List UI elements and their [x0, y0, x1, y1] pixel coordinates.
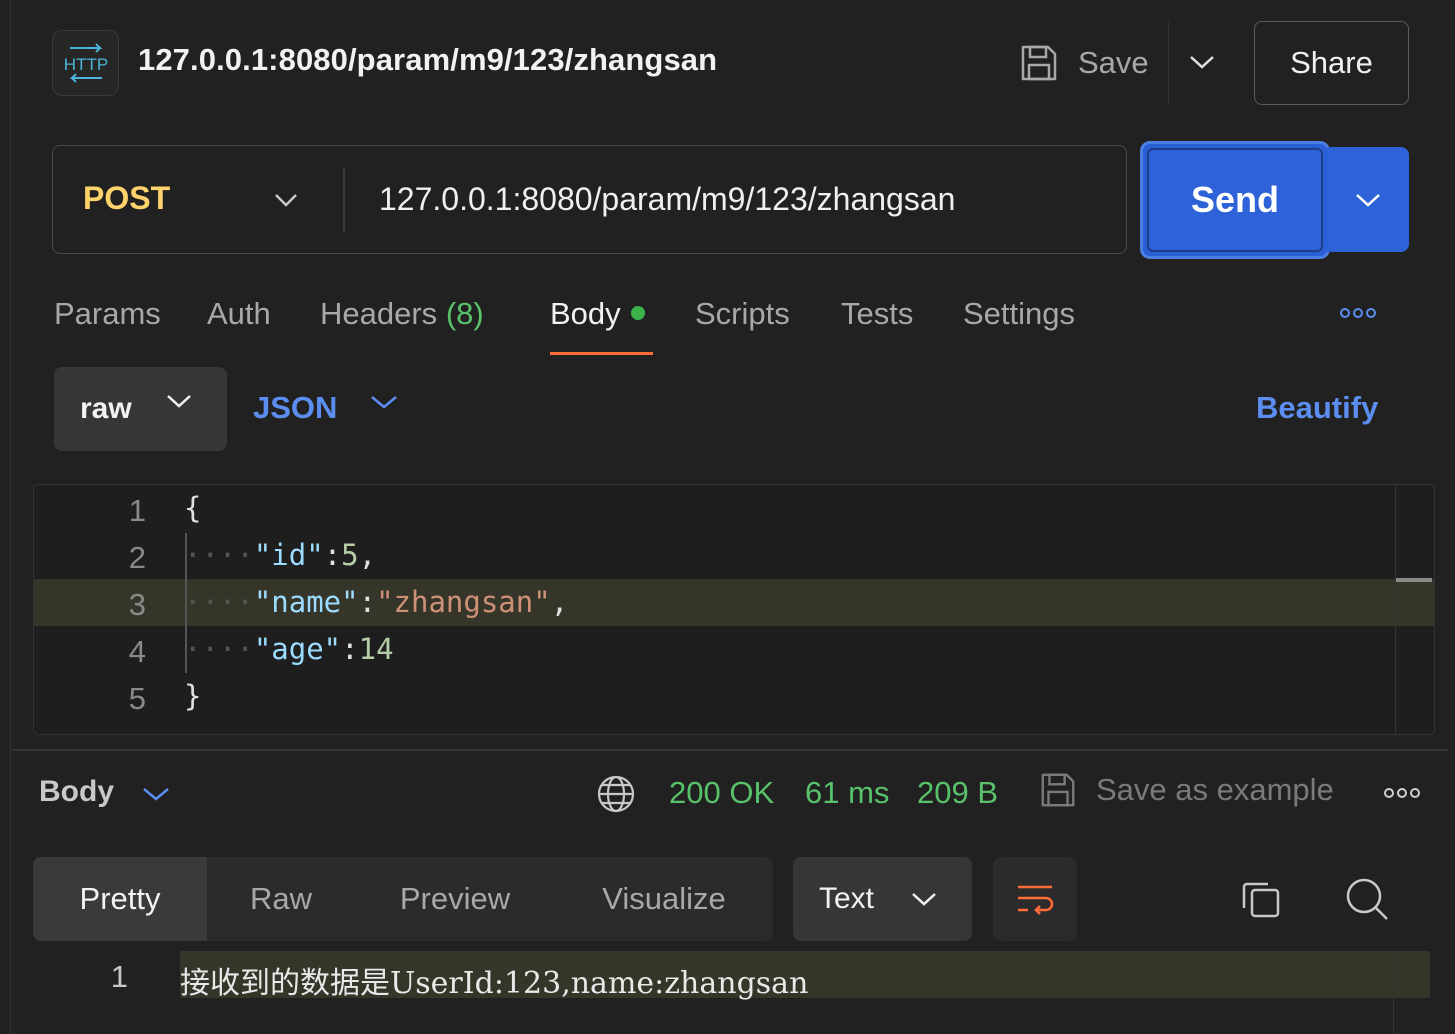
globe-icon[interactable] — [596, 774, 636, 814]
save-button[interactable]: Save — [1018, 40, 1149, 86]
send-options-chevron-icon[interactable] — [1327, 147, 1409, 252]
json-value: "zhangsan" — [376, 585, 551, 619]
view-tab-visualize[interactable]: Visualize — [555, 857, 773, 941]
code-text: { — [184, 491, 202, 525]
http-request-icon: HTTP — [52, 30, 119, 96]
chevron-down-icon — [912, 893, 936, 906]
scrollbar-cursor-marker — [1396, 578, 1432, 582]
body-mode-select[interactable]: raw — [54, 367, 227, 451]
editor-line: 2 ····"id":5, — [34, 532, 1434, 579]
code-text: ····"id":5, — [184, 538, 377, 572]
view-tab-raw[interactable]: Raw — [207, 857, 355, 941]
view-tab-pretty[interactable]: Pretty — [33, 857, 207, 941]
http-badge-text: HTTP — [63, 55, 107, 74]
json-value: 14 — [358, 632, 394, 666]
status-code[interactable]: 200 OK — [669, 775, 774, 811]
format-label: Text — [819, 882, 875, 915]
url-input[interactable] — [379, 176, 1099, 222]
editor-line: 1 { — [34, 485, 1434, 532]
request-header: HTTP 127.0.0.1:8080/param/m9/123/zhangsa… — [0, 0, 1455, 125]
body-mode-label: raw — [80, 392, 132, 425]
send-button[interactable]: Send — [1140, 141, 1330, 259]
response-time[interactable]: 61 ms — [805, 775, 889, 811]
pane-divider[interactable] — [12, 749, 1448, 751]
body-language-select[interactable]: JSON — [253, 390, 337, 426]
wrap-lines-button[interactable] — [993, 857, 1077, 941]
line-number: 4 — [128, 634, 146, 669]
save-icon — [1021, 45, 1057, 81]
tab-scripts[interactable]: Scripts — [695, 296, 790, 332]
code-text: } — [184, 679, 202, 713]
editor-line-current: 3 ····"name":"zhangsan", — [34, 579, 1434, 626]
indent-guide — [185, 533, 187, 673]
search-icon[interactable] — [1344, 876, 1390, 922]
wrap-icon — [1018, 885, 1054, 915]
headers-count: (8) — [445, 296, 484, 331]
response-size[interactable]: 209 B — [917, 775, 998, 811]
beautify-button[interactable]: Beautify — [1256, 390, 1378, 426]
method-chevron-down-icon[interactable] — [270, 184, 302, 216]
code-text: ····"name":"zhangsan", — [184, 585, 569, 619]
view-tab-preview[interactable]: Preview — [355, 857, 555, 941]
editor-scrollbar[interactable] — [1395, 485, 1396, 734]
line-number: 2 — [128, 540, 146, 575]
tab-body-label: Body — [550, 296, 621, 331]
json-key: "age" — [253, 632, 342, 666]
line-number: 1 — [110, 959, 128, 994]
response-chevron-down-icon[interactable] — [142, 786, 170, 802]
tab-tests[interactable]: Tests — [841, 296, 913, 332]
tab-auth[interactable]: Auth — [207, 296, 271, 332]
save-as-example-button[interactable]: Save as example — [1038, 770, 1334, 810]
save-icon — [1041, 773, 1075, 807]
json-sep: : — [358, 585, 377, 619]
language-chevron-down-icon[interactable] — [370, 394, 398, 410]
response-body-select[interactable]: Body — [39, 775, 114, 809]
url-divider — [343, 168, 345, 232]
copy-icon[interactable] — [1240, 878, 1282, 920]
request-tabs: Params Auth Headers (8) Body Scripts Tes… — [54, 290, 1454, 360]
editor-line: 4 ····"age":14 — [34, 626, 1434, 673]
request-body-editor[interactable]: 1 { 2 ····"id":5, 3 ····"name":"zhangsan… — [33, 484, 1435, 735]
line-number: 3 — [128, 587, 146, 622]
more-options-icon[interactable] — [1340, 308, 1376, 318]
json-tail: , — [358, 538, 377, 572]
json-key: "name" — [253, 585, 359, 619]
editor-line: 5 } — [34, 673, 1434, 720]
json-tail: , — [550, 585, 569, 619]
line-number: 5 — [128, 681, 146, 716]
send-label: Send — [1147, 148, 1323, 252]
save-divider — [1168, 22, 1169, 104]
chevron-down-icon — [167, 395, 191, 408]
url-bar: POST — [52, 145, 1127, 254]
active-tab-indicator — [550, 352, 653, 355]
response-view-tabs: Pretty Raw Preview Visualize — [33, 857, 773, 941]
tab-body[interactable]: Body — [550, 296, 645, 332]
json-sep: : — [341, 632, 359, 666]
left-edge-divider — [10, 0, 11, 1034]
request-title[interactable]: 127.0.0.1:8080/param/m9/123/zhangsan — [138, 42, 717, 78]
json-value: 5 — [341, 538, 359, 572]
body-status-dot-icon — [630, 306, 645, 320]
response-more-icon[interactable] — [1384, 788, 1420, 798]
share-button[interactable]: Share — [1254, 21, 1409, 105]
response-format-select[interactable]: Text — [793, 857, 972, 941]
tab-headers[interactable]: Headers (8) — [320, 296, 484, 332]
code-text: ····"age":14 — [184, 632, 394, 666]
response-scrollbar[interactable] — [1393, 951, 1394, 1034]
save-label: Save — [1078, 45, 1149, 80]
json-key: "id" — [253, 538, 324, 572]
save-as-example-label: Save as example — [1096, 772, 1334, 807]
tab-headers-label: Headers — [320, 296, 438, 331]
tab-params[interactable]: Params — [54, 296, 161, 332]
save-options-chevron-icon[interactable] — [1186, 46, 1218, 78]
json-sep: : — [323, 538, 342, 572]
response-text[interactable]: 接收到的数据是UserId:123,name:zhangsan — [180, 958, 808, 1002]
line-number: 1 — [128, 493, 146, 528]
method-select[interactable]: POST — [83, 180, 170, 217]
tab-settings[interactable]: Settings — [963, 296, 1075, 332]
response-line: 1 接收到的数据是UserId:123,name:zhangsan — [0, 951, 1430, 1001]
